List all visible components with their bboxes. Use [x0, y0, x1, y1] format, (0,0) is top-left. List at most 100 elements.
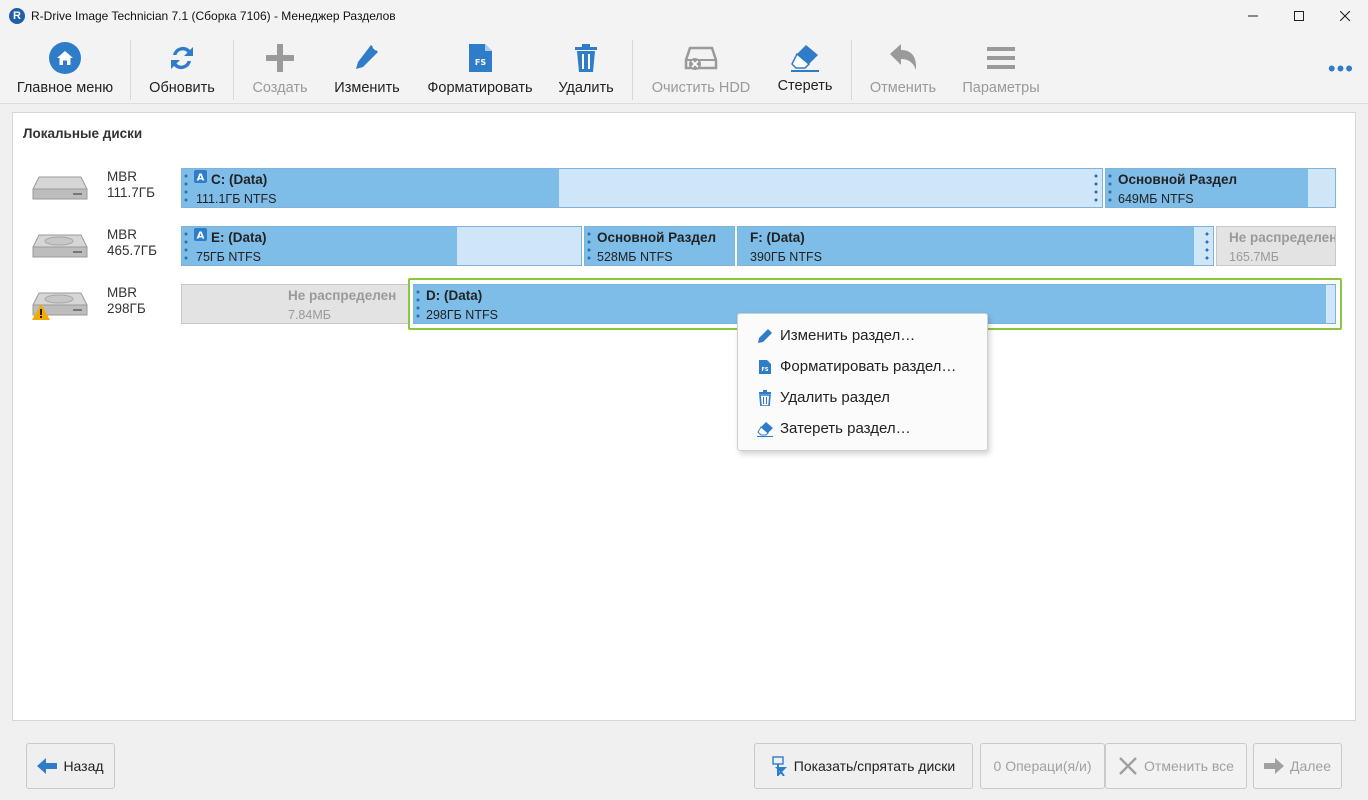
- format-button[interactable]: FS Форматировать: [424, 40, 536, 100]
- settings-button[interactable]: Параметры: [960, 40, 1042, 100]
- edit-label: Изменить: [334, 80, 400, 96]
- resize-handle-right[interactable]: [1205, 230, 1209, 264]
- partition-name: Основной Раздел: [1118, 172, 1238, 187]
- operations-button[interactable]: 0 Операци(я/и): [980, 743, 1105, 789]
- more-button[interactable]: •••: [1328, 56, 1354, 82]
- refresh-label: Обновить: [149, 80, 215, 96]
- partition-name: Не распределен: [1229, 230, 1336, 245]
- app-logo: R: [9, 8, 25, 24]
- minimize-icon: [1248, 15, 1258, 17]
- close-button[interactable]: [1322, 0, 1368, 32]
- create-label: Создать: [252, 80, 308, 96]
- create-button[interactable]: Создать: [248, 40, 312, 100]
- cancel-all-label: Отменить все: [1144, 758, 1234, 774]
- system-disk-icon: A: [194, 228, 207, 241]
- next-button[interactable]: Далее: [1253, 743, 1342, 789]
- partition-name: Не распределен: [288, 288, 397, 303]
- disk-size: 298ГБ: [107, 301, 146, 316]
- operations-label: 0 Операци(я/и): [993, 758, 1092, 774]
- toolbar: Главное меню Обновить Создать Изменить F…: [0, 32, 1368, 104]
- partition-c[interactable]: A C: (Data) 111.1ГБ NTFS: [181, 168, 1103, 208]
- toolbar-separator: [233, 40, 234, 100]
- resize-handle-left[interactable]: [1108, 172, 1112, 206]
- resize-handle-left[interactable]: [184, 172, 188, 206]
- section-title: Локальные диски: [23, 126, 143, 141]
- menu-item-format-partition[interactable]: FS Форматировать раздел…: [738, 351, 987, 382]
- partition-name: C: (Data): [211, 172, 268, 187]
- menu-item-delete-partition[interactable]: Удалить раздел: [738, 382, 987, 413]
- partition-name: D: (Data): [426, 288, 483, 303]
- toolbar-separator: [632, 40, 633, 100]
- resize-handle-left[interactable]: [587, 230, 591, 264]
- undo-label: Отменить: [869, 80, 937, 96]
- local-disks-panel: Локальные диски MBR 111.7ГБ A C: (Data) …: [12, 112, 1356, 721]
- svg-text:A: A: [197, 231, 205, 242]
- refresh-button[interactable]: Обновить: [146, 40, 218, 100]
- home-icon: [47, 40, 83, 76]
- menu-item-label: Изменить раздел…: [780, 327, 916, 344]
- resize-handle-right[interactable]: [1094, 172, 1098, 206]
- partition-f[interactable]: F: (Data) 390ГБ NTFS: [737, 226, 1214, 266]
- partition-size: 7.84МБ: [288, 308, 331, 322]
- menu-item-wipe-partition[interactable]: Затереть раздел…: [738, 413, 987, 444]
- partition-size: 649МБ NTFS: [1118, 192, 1194, 206]
- disk-type: MBR: [107, 227, 137, 242]
- cancel-all-button[interactable]: Отменить все: [1105, 743, 1247, 789]
- disk-filter-icon: [772, 756, 788, 776]
- back-label: Назад: [63, 758, 104, 774]
- delete-label: Удалить: [558, 80, 614, 96]
- partition-primary[interactable]: Основной Раздел 528МБ NTFS: [584, 226, 735, 266]
- format-fs-icon: FS: [462, 40, 498, 76]
- hdd-icon: [32, 176, 88, 200]
- plus-icon: [262, 40, 298, 76]
- svg-text:A: A: [197, 173, 205, 184]
- svg-text:FS: FS: [475, 58, 486, 67]
- format-label: Форматировать: [427, 80, 533, 96]
- hdd-clear-icon: [683, 40, 719, 76]
- main-menu-button[interactable]: Главное меню: [14, 40, 116, 100]
- menu-item-label: Форматировать раздел…: [780, 358, 957, 375]
- partition-name: E: (Data): [211, 230, 267, 245]
- back-button[interactable]: Назад: [26, 743, 115, 789]
- refresh-icon: [164, 40, 200, 76]
- trash-icon: [568, 40, 604, 76]
- resize-handle-left[interactable]: [416, 288, 420, 322]
- clear-hdd-label: Очистить HDD: [651, 80, 751, 96]
- main-menu-label: Главное меню: [16, 80, 114, 96]
- delete-button[interactable]: Удалить: [554, 40, 618, 100]
- undo-button[interactable]: Отменить: [866, 40, 940, 100]
- partition-size: 75ГБ NTFS: [196, 250, 261, 264]
- show-hide-disks-button[interactable]: Показать/спрятать диски: [754, 743, 973, 789]
- arrow-left-icon: [37, 758, 58, 774]
- minimize-button[interactable]: [1230, 0, 1276, 32]
- system-disk-icon: A: [194, 170, 207, 183]
- show-hide-disks-label: Показать/спрятать диски: [793, 758, 956, 774]
- partition-unallocated[interactable]: Не распределен 7.84МБ: [181, 284, 409, 324]
- window-title: R-Drive Image Technician 7.1 (Сборка 710…: [31, 9, 396, 23]
- clear-hdd-button[interactable]: Очистить HDD: [648, 40, 754, 100]
- toolbar-separator: [130, 40, 131, 100]
- partition-size: 111.1ГБ NTFS: [196, 192, 277, 206]
- partition-unallocated[interactable]: Не распределен 165.7МБ: [1216, 226, 1336, 266]
- x-icon: [1118, 756, 1138, 776]
- hdd-icon: [32, 234, 88, 258]
- disk-info: MBR 111.7ГБ: [107, 169, 155, 201]
- resize-handle-left[interactable]: [184, 230, 188, 264]
- undo-icon: [885, 40, 921, 76]
- erase-button[interactable]: Стереть: [774, 40, 836, 100]
- menu-item-edit-partition[interactable]: Изменить раздел…: [738, 320, 987, 351]
- partition-name: F: (Data): [750, 230, 805, 245]
- context-menu: Изменить раздел… FS Форматировать раздел…: [737, 313, 988, 451]
- close-icon: [1340, 11, 1350, 21]
- disk-info: MBR 298ГБ: [107, 285, 146, 317]
- menu-lines-icon: [983, 40, 1019, 76]
- maximize-button[interactable]: [1276, 0, 1322, 32]
- partition-e[interactable]: A E: (Data) 75ГБ NTFS: [181, 226, 582, 266]
- partition-size: 165.7МБ: [1229, 250, 1279, 264]
- next-label: Далее: [1289, 758, 1331, 774]
- partition-primary[interactable]: Основной Раздел 649МБ NTFS: [1105, 168, 1336, 208]
- format-fs-icon: FS: [756, 358, 774, 376]
- maximize-icon: [1294, 11, 1304, 21]
- disk-info: MBR 465.7ГБ: [107, 227, 157, 259]
- edit-button[interactable]: Изменить: [330, 40, 404, 100]
